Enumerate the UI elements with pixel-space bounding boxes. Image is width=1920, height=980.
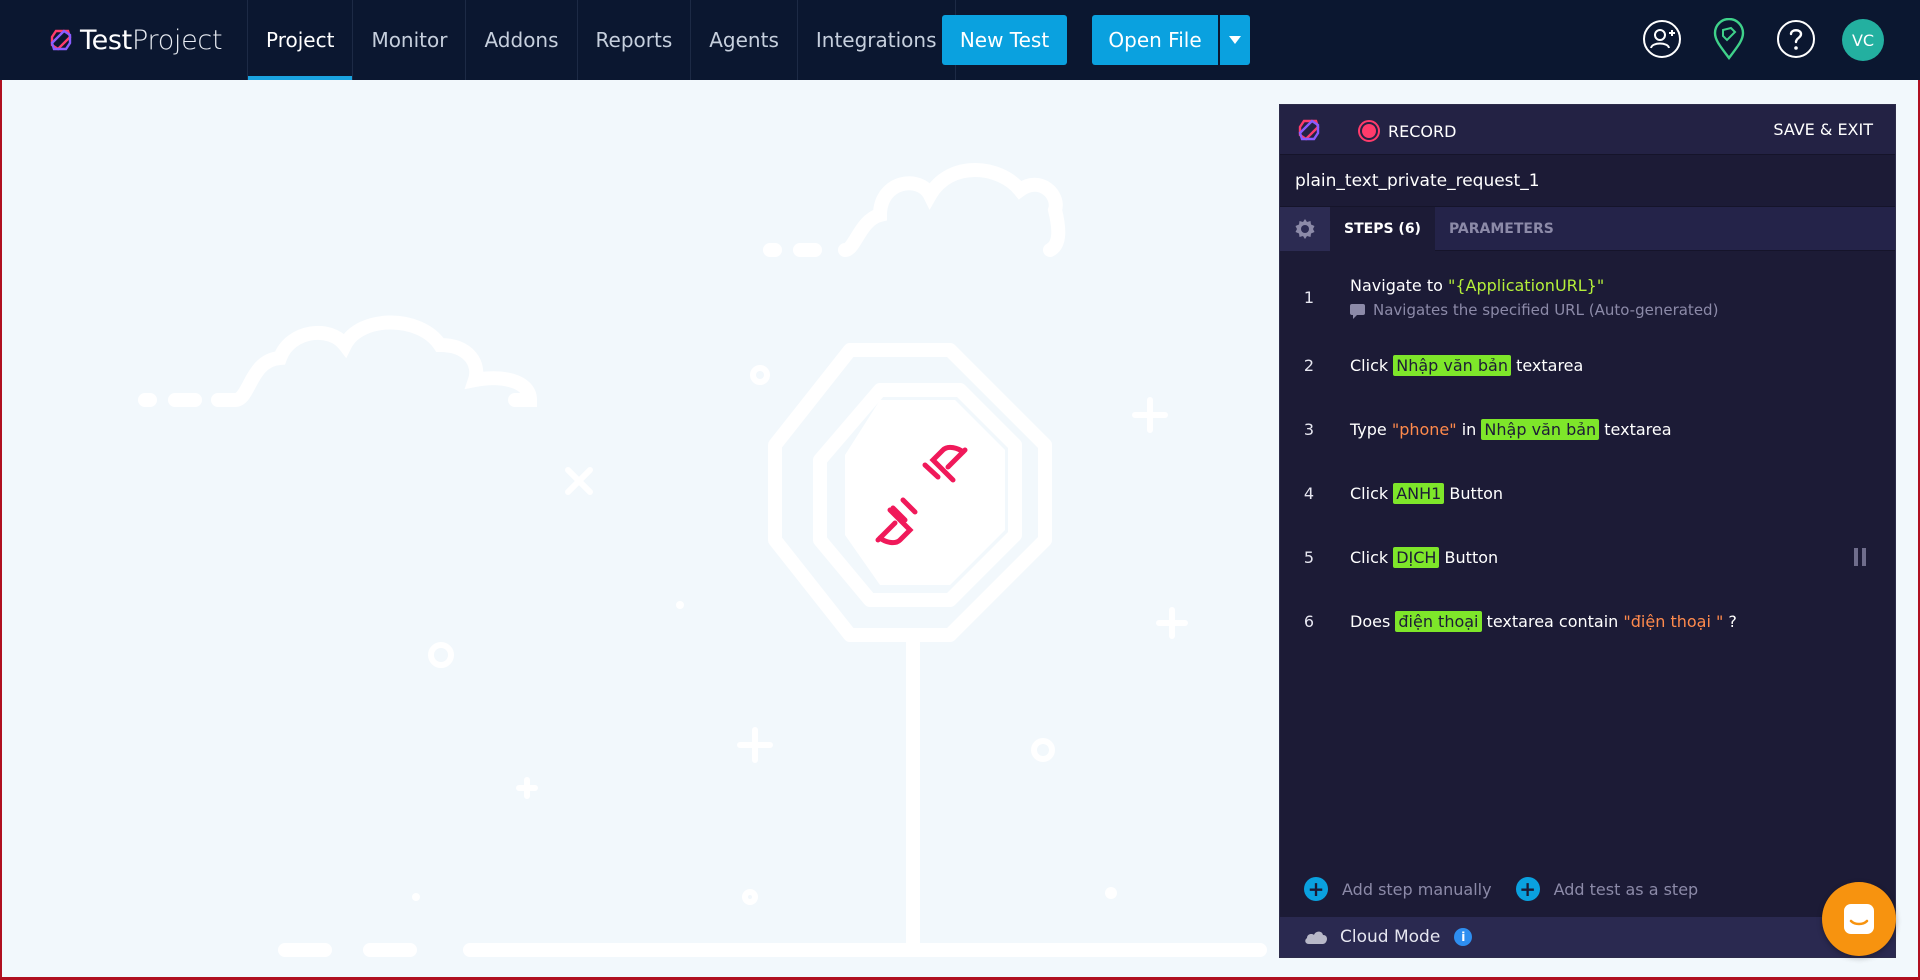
nav-reports[interactable]: Reports (578, 0, 692, 80)
logo-text: TestProject (80, 24, 223, 56)
plus-icon: + (1515, 877, 1540, 901)
add-test-as-step-button[interactable]: + Add test as a step (1515, 877, 1698, 901)
new-test-button[interactable]: New Test (942, 15, 1067, 65)
main-nav: Project Monitor Addons Reports Agents In… (247, 0, 956, 80)
nav-monitor[interactable]: Monitor (353, 0, 467, 80)
step-description: Does điện thoại textarea contain "điện t… (1350, 610, 1737, 632)
step-row[interactable]: 2 Click Nhập văn bản textarea (1280, 333, 1895, 397)
open-file-button[interactable]: Open File (1092, 15, 1218, 65)
steps-list: 1 Navigate to "{ApplicationURL}" Navigat… (1280, 251, 1895, 653)
disconnected-illustration (138, 163, 1267, 957)
nav-agents[interactable]: Agents (691, 0, 798, 80)
cloud-mode-label: Cloud Mode (1340, 927, 1441, 947)
agent-status-button[interactable] (1707, 17, 1751, 61)
step-row[interactable]: 5 Click DỊCH Button (1280, 525, 1895, 589)
location-pin-icon (1713, 18, 1745, 60)
cloud-icon (1305, 931, 1327, 944)
gear-icon (1295, 218, 1315, 239)
recorder-header: RECORD SAVE & EXIT (1280, 105, 1895, 155)
help-icon (1777, 20, 1815, 58)
step-number: 3 (1303, 419, 1315, 439)
add-user-button[interactable] (1640, 17, 1684, 61)
step-description: Type "phone" in Nhập văn bản textarea (1350, 418, 1672, 440)
open-file-dropdown-button[interactable] (1220, 15, 1250, 65)
logo-icon (50, 29, 72, 51)
add-user-icon (1643, 20, 1681, 58)
step-description: Navigate to "{ApplicationURL}" Navigates… (1350, 275, 1719, 319)
recorder-tabs: STEPS (6) PARAMETERS (1280, 206, 1895, 251)
step-description: Click Nhập văn bản textarea (1350, 354, 1584, 376)
logo-icon (1298, 119, 1320, 141)
plus-icon: + (1304, 877, 1328, 901)
step-description: Click DỊCH Button (1350, 546, 1499, 568)
nav-integrations[interactable]: Integrations (798, 0, 956, 80)
testproject-logo[interactable]: TestProject (48, 22, 223, 58)
step-description: Click ANH1 Button (1350, 482, 1504, 504)
test-name[interactable]: plain_text_private_request_1 (1280, 155, 1895, 207)
cloud-mode-footer: Cloud Mode i (1280, 917, 1895, 957)
window-border-left (0, 80, 2, 980)
step-number: 4 (1303, 483, 1315, 503)
help-button[interactable] (1774, 17, 1818, 61)
avatar[interactable]: VC (1842, 19, 1884, 61)
info-icon[interactable]: i (1454, 928, 1473, 946)
recorder-panel: RECORD SAVE & EXIT plain_text_private_re… (1279, 104, 1896, 958)
tab-steps[interactable]: STEPS (6) (1330, 206, 1435, 251)
save-exit-button[interactable]: SAVE & EXIT (1773, 120, 1873, 139)
step-row[interactable]: 4 Click ANH1 Button (1280, 461, 1895, 525)
record-icon (1358, 120, 1380, 142)
add-step-row: + Add step manually + Add test as a step (1304, 877, 1722, 901)
pause-icon[interactable] (1853, 548, 1867, 566)
step-number: 6 (1303, 611, 1315, 631)
add-step-manually-button[interactable]: + Add step manually (1304, 877, 1492, 901)
step-number: 5 (1303, 547, 1315, 567)
tab-parameters[interactable]: PARAMETERS (1435, 207, 1568, 251)
step-row[interactable]: 6 Does điện thoại textarea contain "điện… (1280, 589, 1895, 653)
record-button[interactable]: RECORD (1358, 120, 1456, 142)
step-row[interactable]: 1 Navigate to "{ApplicationURL}" Navigat… (1280, 261, 1895, 333)
nav-project[interactable]: Project (247, 0, 354, 80)
step-row[interactable]: 3 Type "phone" in Nhập văn bản textarea (1280, 397, 1895, 461)
step-number: 1 (1303, 287, 1315, 307)
chevron-down-icon (1229, 36, 1241, 44)
chat-icon (1844, 904, 1874, 934)
chat-launcher-button[interactable] (1822, 882, 1896, 956)
step-comment: Navigates the specified URL (Auto-genera… (1350, 301, 1718, 319)
nav-addons[interactable]: Addons (466, 0, 578, 80)
comment-icon (1350, 304, 1365, 319)
step-number: 2 (1303, 355, 1315, 375)
top-navbar: TestProject Project Monitor Addons Repor… (0, 0, 1920, 80)
settings-button[interactable] (1280, 206, 1330, 251)
